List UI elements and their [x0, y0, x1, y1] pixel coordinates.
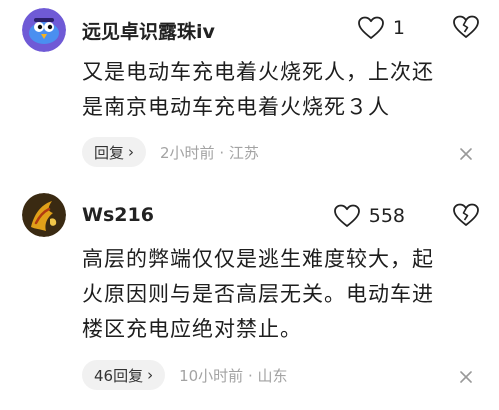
reply-label: 46回复: [94, 366, 144, 385]
dislike-button[interactable]: [453, 15, 479, 41]
username[interactable]: 远见卓识露珠iv: [82, 17, 215, 44]
like-count: 558: [368, 205, 405, 227]
comment-text-line: 高层的弊端仅仅是逃生难度较大，起: [82, 247, 434, 271]
avatar[interactable]: [22, 193, 66, 237]
dislike-button[interactable]: [453, 203, 479, 229]
comment-text-line: 楼区充电应绝对禁止。: [82, 317, 302, 341]
username[interactable]: Ws216: [82, 204, 154, 226]
heart-outline-icon: [358, 16, 384, 39]
close-icon: [460, 371, 472, 383]
broken-heart-icon: [453, 15, 479, 38]
comment-item: Ws216 558 高层的弊端仅仅是逃生难度较大，起 火原因则与是否高层无关。电…: [0, 192, 499, 410]
chevron-right-icon: ›: [128, 143, 135, 161]
reply-button[interactable]: 46回复 ›: [82, 360, 166, 390]
comment-meta: 回复 › 2小时前 · 江苏: [82, 137, 259, 167]
chevron-right-icon: ›: [147, 366, 154, 384]
avatar-dragon-image: [22, 193, 66, 237]
comment-item: 远见卓识露珠iv 1 又是电动车充电着火烧死人，上次还 是南京电动车充电着火烧死…: [0, 0, 499, 192]
like-button[interactable]: 558: [333, 203, 405, 229]
close-icon: [460, 148, 472, 160]
comment-text-line: 火原因则与是否高层无关。电动车进: [82, 282, 434, 306]
heart-outline-icon: [333, 204, 360, 227]
comment-text-line: 是南京电动车充电着火烧死３人: [82, 95, 390, 119]
reply-label: 回复: [94, 143, 125, 162]
time-location: 2小时前 · 江苏: [160, 143, 259, 162]
time-location: 10小时前 · 山东: [179, 366, 288, 385]
like-count: 1: [392, 17, 405, 39]
comment-text: 又是电动车充电着火烧死人，上次还 是南京电动车充电着火烧死３人: [82, 55, 482, 125]
avatar[interactable]: [22, 8, 66, 52]
like-button[interactable]: 1: [358, 15, 405, 41]
reply-button[interactable]: 回复 ›: [82, 137, 147, 167]
broken-heart-icon: [453, 203, 479, 226]
close-button[interactable]: [459, 146, 473, 160]
comment-text: 高层的弊端仅仅是逃生难度较大，起 火原因则与是否高层无关。电动车进 楼区充电应绝…: [82, 242, 482, 347]
comment-text-line: 又是电动车充电着火烧死人，上次还: [82, 60, 434, 84]
avatar-bird-image: [22, 8, 66, 52]
close-button[interactable]: [459, 369, 473, 383]
comment-meta: 46回复 › 10小时前 · 山东: [82, 360, 288, 390]
